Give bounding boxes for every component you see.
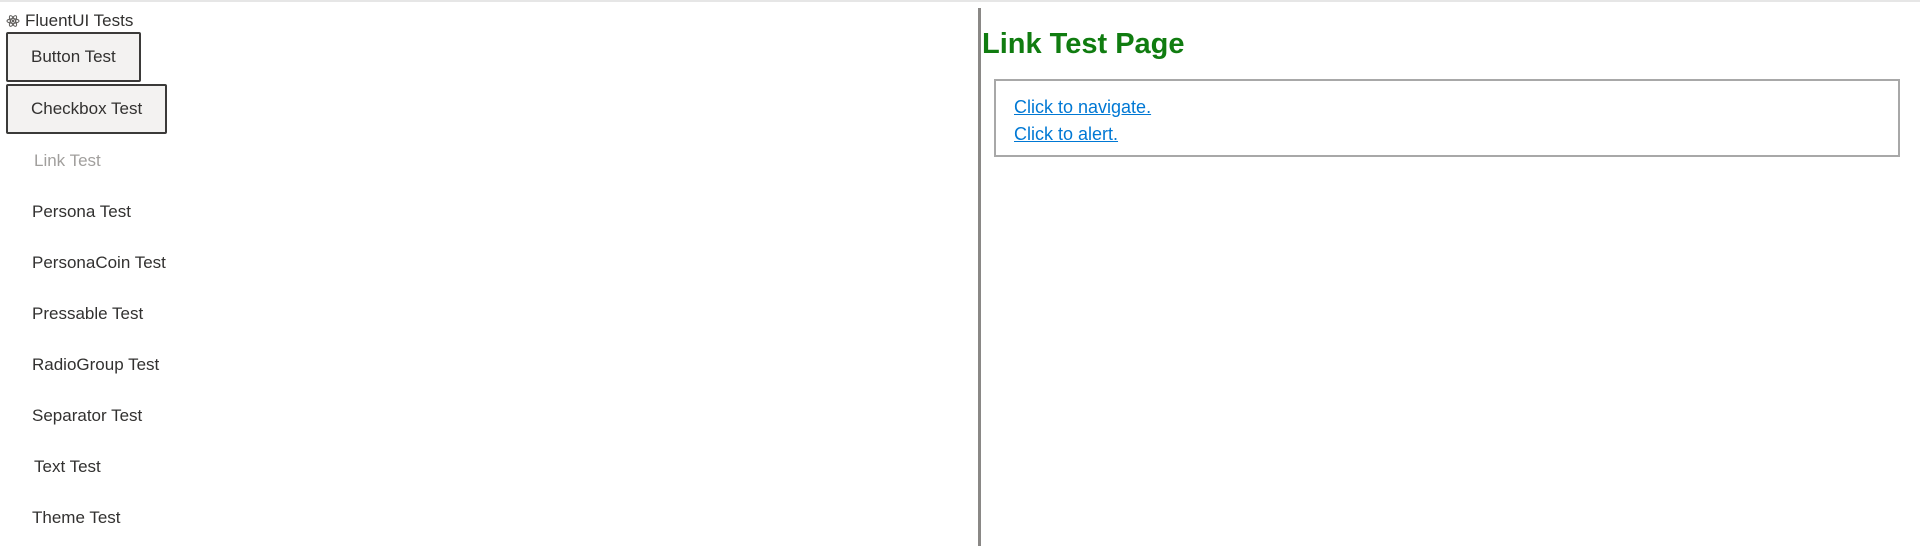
sidebar-item-label: RadioGroup Test (32, 355, 160, 374)
sidebar-item-label: Pressable Test (32, 304, 144, 323)
link-container: Click to navigate. Click to alert. (994, 79, 1900, 157)
sidebar-item-label: Persona Test (32, 202, 131, 221)
sidebar-item-personacoin-test[interactable]: PersonaCoin Test (6, 239, 192, 287)
app-header: FluentUI Tests (6, 10, 133, 32)
sidebar-item-button-test[interactable]: Button Test (6, 32, 141, 82)
app-title: FluentUI Tests (25, 11, 134, 30)
sidebar-item-separator-test[interactable]: Separator Test (6, 392, 168, 440)
sidebar-item-label: PersonaCoin Test (32, 253, 166, 272)
sidebar-item-theme-test[interactable]: Theme Test (6, 494, 147, 542)
sidebar-item-checkbox-test[interactable]: Checkbox Test (6, 84, 168, 134)
sidebar-item-label: Separator Test (32, 406, 143, 425)
page-title: Link Test Page (982, 28, 1185, 60)
alert-link[interactable]: Click to alert. (1014, 121, 1880, 148)
sidebar-item-label: Checkbox Test (31, 99, 143, 118)
sidebar-item-pressable-test[interactable]: Pressable Test (6, 290, 169, 338)
react-atom-icon (6, 14, 20, 28)
sidebar-item-label: Text Test (34, 457, 101, 476)
sidebar-item-label: Button Test (31, 47, 116, 66)
navigate-link[interactable]: Click to navigate. (1014, 94, 1880, 121)
sidebar-item-label: Link Test (34, 151, 101, 170)
sidebar-item-radiogroup-test[interactable]: RadioGroup Test (6, 341, 185, 389)
sidebar-item-link-test[interactable]: Link Test (6, 137, 127, 185)
window-top-border (0, 0, 1920, 2)
sidebar-item-label: Theme Test (32, 508, 121, 527)
vertical-separator (978, 8, 981, 546)
sidebar-item-text-test[interactable]: Text Test (6, 443, 127, 491)
sidebar-item-persona-test[interactable]: Persona Test (6, 188, 157, 236)
